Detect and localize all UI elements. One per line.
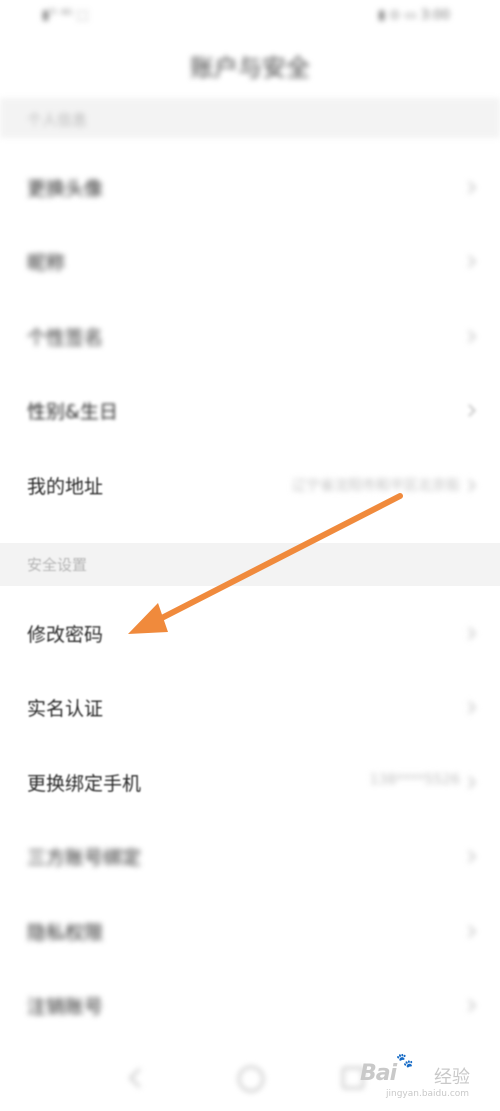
list-item-real-name-auth[interactable]: 实名认证 [0,671,500,745]
chevron-right-icon [463,999,476,1012]
chevron-right-icon [463,255,476,268]
list-item-nickname[interactable]: 昵称 [0,225,500,299]
list-item-label: 更换绑定手机 [27,773,142,795]
chevron-right-icon [463,627,476,640]
page-title: 账户与安全 [190,54,310,82]
section-header-label: 个人信息 [27,111,88,129]
chevron-right-icon [463,701,476,714]
list-item-change-phone[interactable]: 更换绑定手机 138****5526 [0,746,500,820]
home-icon[interactable] [238,1066,264,1092]
chevron-right-icon [463,776,476,789]
watermark-logo: Bai [360,1061,397,1086]
address-value: 辽宁省沈阳市和平区北京街 [292,478,460,494]
status-icons: ▮ ⊙ ▭ 3:00 [378,8,450,23]
watermark-text: 经验 [434,1067,470,1088]
section-header-security: 安全设置 [0,543,500,586]
section-header-label: 安全设置 [27,556,88,574]
list-item-privacy[interactable]: 隐私权限 [0,895,500,969]
baidu-jingyan-watermark: Bai 🐾 经验 jingyan.baidu.com [360,1053,490,1105]
list-item-third-party-binding[interactable]: 三方账号绑定 [0,820,500,894]
chevron-right-icon [463,925,476,938]
list-item-label: 修改密码 [27,624,104,646]
list-item-label: 更换头像 [27,178,104,200]
phone-value: 138****5526 [369,772,460,788]
list-item-label: 性别&生日 [27,401,118,423]
status-bar: ▮ᵀᴵ ⁴ᴳ ⬚ ▮ ⊙ ▭ 3:00 [0,0,500,36]
list-item-change-password[interactable]: 修改密码 [0,597,500,671]
back-icon[interactable] [129,1068,149,1088]
list-item-gender-birthday[interactable]: 性别&生日 [0,374,500,448]
list-item-my-address[interactable]: 我的地址 辽宁省沈阳市和平区北京街 [0,449,500,523]
list-item-label: 我的地址 [27,476,104,498]
list-item-label: 实名认证 [27,698,104,720]
list-item-label: 隐私权限 [27,922,104,944]
signal-icon: ▮ᵀᴵ ⁴ᴳ ⬚ [42,8,89,23]
list-item-label: 注销账号 [27,996,104,1018]
list-item-label: 三方账号绑定 [27,847,142,869]
list-item-label: 昵称 [27,252,66,274]
chevron-right-icon [463,330,476,343]
watermark-url: jingyan.baidu.com [386,1089,470,1099]
paw-icon: 🐾 [396,1053,414,1069]
chevron-right-icon [463,404,476,417]
chevron-right-icon [463,850,476,863]
section-header-personal: 个人信息 [0,98,500,138]
list-item-label: 个性签名 [27,327,104,349]
list-item-signature[interactable]: 个性签名 [0,300,500,374]
chevron-right-icon [463,181,476,194]
list-item-delete-account[interactable]: 注销账号 [0,969,500,1043]
chevron-right-icon [463,479,476,492]
list-item-change-avatar[interactable]: 更换头像 [0,151,500,225]
